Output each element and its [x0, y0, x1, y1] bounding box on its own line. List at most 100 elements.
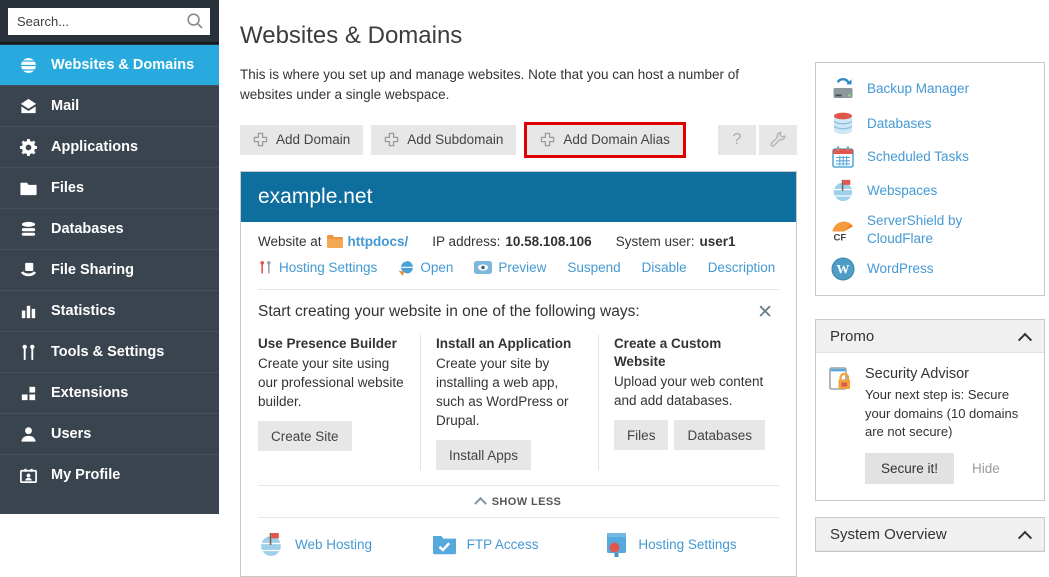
- svg-text:W: W: [837, 262, 850, 277]
- hosting-settings-quick-link[interactable]: Hosting Settings: [605, 531, 779, 558]
- ftp-access-link[interactable]: FTP Access: [432, 531, 606, 558]
- add-domain-alias-button[interactable]: Add Domain Alias: [527, 125, 683, 155]
- scheduled-tasks-link[interactable]: Scheduled Tasks: [830, 145, 1030, 169]
- sidebar-item-databases[interactable]: Databases: [0, 208, 219, 249]
- close-icon[interactable]: ✕: [757, 303, 773, 322]
- plus-icon: [384, 132, 399, 147]
- sidebar-item-label: My Profile: [51, 467, 120, 483]
- sidebar-item-label: Extensions: [51, 385, 128, 401]
- gear-icon: [19, 138, 38, 157]
- sidebar-item-label: Tools & Settings: [51, 344, 164, 360]
- sidebar-item-extensions[interactable]: Extensions: [0, 372, 219, 413]
- preview-link[interactable]: Preview: [474, 260, 546, 275]
- open-link[interactable]: Open: [398, 260, 453, 276]
- wordpress-link[interactable]: W WordPress: [830, 256, 1030, 282]
- system-overview-box: System Overview: [815, 517, 1045, 552]
- sidebar-item-websites-domains[interactable]: Websites & Domains: [0, 44, 219, 85]
- chevron-up-icon[interactable]: [1018, 531, 1032, 545]
- help-button[interactable]: ?: [718, 125, 756, 155]
- sidebar-item-tools-settings[interactable]: Tools & Settings: [0, 331, 219, 372]
- sidebar-item-label: Users: [51, 426, 91, 442]
- page-description: This is where you set up and manage webs…: [240, 65, 788, 106]
- ip-label: IP address:: [432, 234, 500, 249]
- hosting-settings-icon: [258, 260, 273, 275]
- promo-header-label: Promo: [830, 328, 874, 345]
- create-site-button[interactable]: Create Site: [258, 421, 352, 451]
- scheduled-tasks-icon: [830, 145, 856, 169]
- main-content: Websites & Domains This is where you set…: [219, 0, 840, 577]
- sidebar-item-users[interactable]: Users: [0, 413, 219, 454]
- sidebar-item-applications[interactable]: Applications: [0, 126, 219, 167]
- hosting-settings-panel-icon: [605, 532, 628, 557]
- suspend-link[interactable]: Suspend: [567, 260, 620, 275]
- mail-icon: [19, 97, 38, 116]
- preview-eye-icon: [474, 261, 492, 274]
- sidebar-item-label: Mail: [51, 98, 79, 114]
- sidebar-item-my-profile[interactable]: My Profile: [0, 454, 219, 495]
- folder-icon: [327, 235, 343, 248]
- description-link[interactable]: Description: [708, 260, 776, 275]
- sidebar-item-label: File Sharing: [51, 262, 134, 278]
- ftp-access-icon: [432, 534, 457, 555]
- plus-icon: [253, 132, 268, 147]
- add-domain-button[interactable]: Add Domain: [240, 125, 363, 155]
- sidebar-search-strip: [0, 0, 219, 44]
- show-less-toggle[interactable]: SHOW LESS: [258, 485, 779, 518]
- search-icon[interactable]: [186, 12, 204, 30]
- databases-icon: [830, 111, 856, 136]
- sidebar-item-mail[interactable]: Mail: [0, 85, 219, 126]
- sidebar-item-files[interactable]: Files: [0, 167, 219, 208]
- question-icon: ?: [733, 131, 742, 149]
- system-overview-header[interactable]: System Overview: [816, 518, 1044, 551]
- settings-wrench-button[interactable]: [759, 125, 797, 155]
- webroot-link[interactable]: httpdocs/: [348, 234, 409, 249]
- web-hosting-link[interactable]: Web Hosting: [258, 531, 432, 558]
- install-apps-button[interactable]: Install Apps: [436, 440, 531, 470]
- tool-label: WordPress: [867, 260, 934, 278]
- system-overview-label: System Overview: [830, 526, 947, 543]
- domain-card: example.net Website at httpdocs/ IP addr…: [240, 171, 797, 577]
- add-subdomain-button[interactable]: Add Subdomain: [371, 125, 516, 155]
- search-input[interactable]: [8, 8, 210, 35]
- system-user-value: user1: [699, 234, 735, 249]
- hosting-settings-link[interactable]: Hosting Settings: [258, 260, 377, 275]
- sidebar-nav: Websites & Domains Mail Applications Fil…: [0, 44, 219, 495]
- sidebar: Websites & Domains Mail Applications Fil…: [0, 0, 219, 514]
- secure-it-button[interactable]: Secure it!: [865, 453, 954, 484]
- servershield-link[interactable]: CF ServerShield by CloudFlare: [830, 212, 1030, 247]
- column-heading: Install an Application: [436, 335, 571, 353]
- column-heading: Use Presence Builder: [258, 335, 397, 353]
- presence-builder-column: Use Presence Builder Create your site us…: [258, 335, 420, 471]
- chevron-up-icon: [474, 497, 487, 510]
- sidebar-item-label: Statistics: [51, 303, 115, 319]
- tools-box: Backup Manager Databases Scheduled Tasks…: [815, 62, 1045, 296]
- disable-link[interactable]: Disable: [642, 260, 687, 275]
- security-advisor-title: Security Advisor: [865, 366, 1032, 382]
- chevron-up-icon[interactable]: [1018, 332, 1032, 346]
- file-sharing-icon: [19, 261, 38, 280]
- webspaces-link[interactable]: Webspaces: [830, 178, 1030, 203]
- files-button[interactable]: Files: [614, 420, 669, 450]
- promo-box: Promo Security Advisor Your next step is…: [815, 319, 1045, 501]
- sidebar-item-label: Files: [51, 180, 84, 196]
- bar-chart-icon: [19, 302, 38, 321]
- website-at-label: Website at: [258, 234, 322, 249]
- system-user-label: System user:: [616, 234, 695, 249]
- security-advisor-icon: [828, 366, 856, 484]
- extensions-icon: [19, 384, 38, 403]
- wordpress-icon: W: [830, 256, 856, 282]
- databases-link[interactable]: Databases: [830, 111, 1030, 136]
- sidebar-item-statistics[interactable]: Statistics: [0, 290, 219, 331]
- ip-value: 10.58.108.106: [505, 234, 591, 249]
- hide-link[interactable]: Hide: [972, 461, 1000, 476]
- quick-links-row: Web Hosting FTP Access Hosting Settings: [258, 518, 779, 576]
- domains-toolbar: Add Domain Add Subdomain Add Domain Alia…: [240, 122, 797, 158]
- backup-manager-link[interactable]: Backup Manager: [830, 76, 1030, 102]
- databases-button[interactable]: Databases: [674, 420, 765, 450]
- tool-label: Webspaces: [867, 182, 937, 200]
- column-text: Create your site using our professional …: [258, 354, 406, 411]
- promo-header[interactable]: Promo: [816, 320, 1044, 353]
- tool-label: Scheduled Tasks: [867, 148, 969, 166]
- sidebar-item-file-sharing[interactable]: File Sharing: [0, 249, 219, 290]
- database-icon: [19, 220, 38, 239]
